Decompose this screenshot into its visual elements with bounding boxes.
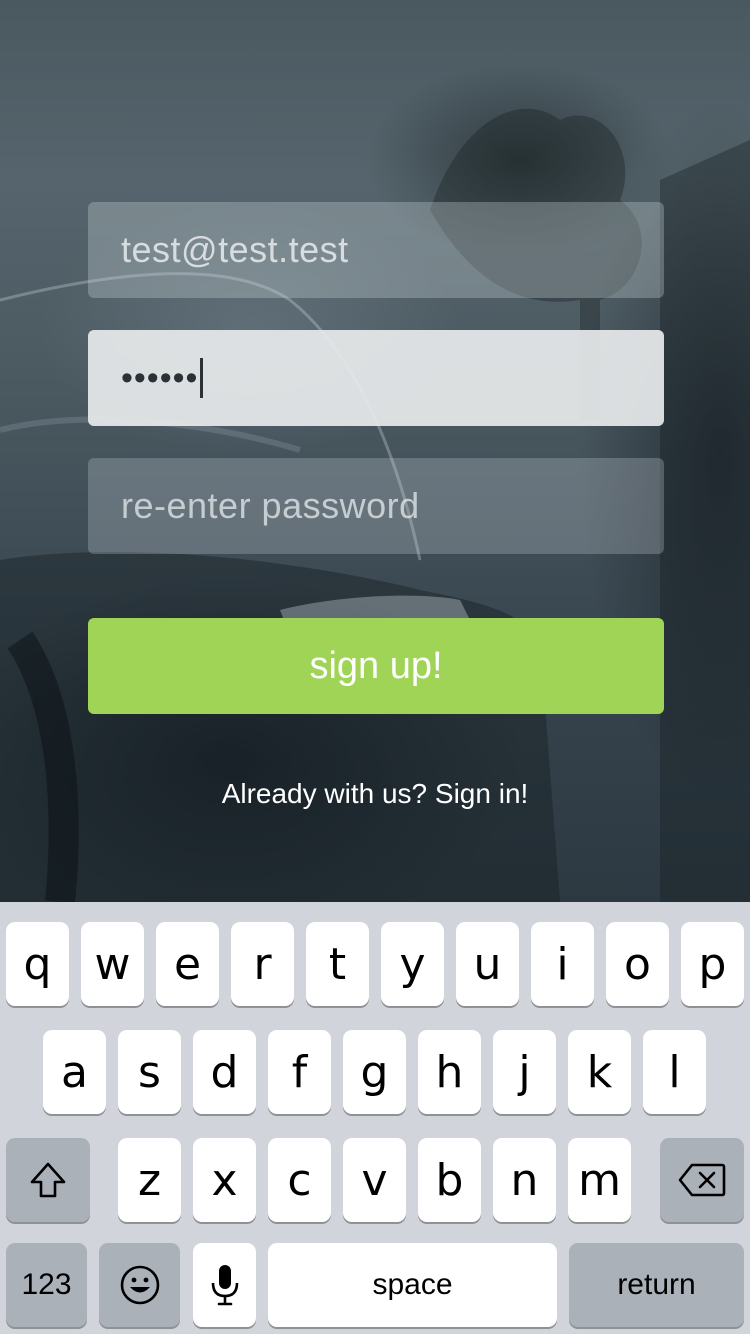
delete-key[interactable] — [660, 1138, 744, 1222]
text-caret — [200, 358, 204, 398]
key-label: e — [173, 938, 202, 990]
password-value: •••••• — [121, 359, 199, 397]
key-f[interactable]: f — [268, 1030, 331, 1114]
key-label: j — [518, 1046, 531, 1098]
key-label: d — [210, 1046, 239, 1098]
key-i[interactable]: i — [531, 922, 594, 1006]
key-y[interactable]: y — [381, 922, 444, 1006]
key-k[interactable]: k — [568, 1030, 631, 1114]
key-label: v — [361, 1154, 388, 1206]
reenter-password-field[interactable]: re-enter password — [88, 458, 664, 554]
return-key[interactable]: return — [569, 1243, 744, 1327]
key-e[interactable]: e — [156, 922, 219, 1006]
key-label: k — [586, 1046, 613, 1098]
key-label: o — [624, 938, 651, 990]
key-q[interactable]: q — [6, 922, 69, 1006]
return-key-label: return — [617, 1268, 696, 1301]
key-u[interactable]: u — [456, 922, 519, 1006]
microphone-icon — [210, 1263, 240, 1307]
key-a[interactable]: a — [43, 1030, 106, 1114]
key-t[interactable]: t — [306, 922, 369, 1006]
onscreen-keyboard: q w e r t y u i o p a s d f g h j k l z … — [0, 902, 750, 1334]
key-x[interactable]: x — [193, 1138, 256, 1222]
signup-screen: test@test.test •••••• re-enter password … — [0, 0, 750, 1334]
key-label: i — [556, 938, 569, 990]
key-s[interactable]: s — [118, 1030, 181, 1114]
sign-in-link-label: Already with us? Sign in! — [221, 778, 529, 809]
sign-in-link[interactable]: Already with us? Sign in! — [0, 778, 750, 810]
delete-icon — [678, 1162, 726, 1198]
key-z[interactable]: z — [118, 1138, 181, 1222]
key-label: m — [578, 1154, 621, 1206]
key-p[interactable]: p — [681, 922, 744, 1006]
key-h[interactable]: h — [418, 1030, 481, 1114]
numbers-key[interactable]: 123 — [6, 1243, 87, 1327]
key-v[interactable]: v — [343, 1138, 406, 1222]
key-c[interactable]: c — [268, 1138, 331, 1222]
key-label: w — [94, 938, 131, 990]
key-label: a — [61, 1046, 88, 1098]
key-label: c — [287, 1154, 312, 1206]
key-label: f — [291, 1046, 308, 1098]
email-field[interactable]: test@test.test — [88, 202, 664, 298]
reenter-password-placeholder: re-enter password — [121, 485, 420, 526]
dictation-key[interactable] — [193, 1243, 256, 1327]
key-b[interactable]: b — [418, 1138, 481, 1222]
key-label: s — [138, 1046, 161, 1098]
space-key-label: space — [372, 1268, 453, 1301]
key-label: t — [328, 938, 347, 990]
numbers-key-label: 123 — [21, 1268, 72, 1301]
key-o[interactable]: o — [606, 922, 669, 1006]
key-w[interactable]: w — [81, 922, 144, 1006]
key-l[interactable]: l — [643, 1030, 706, 1114]
key-label: g — [360, 1046, 389, 1098]
key-label: h — [435, 1046, 464, 1098]
key-label: l — [668, 1046, 681, 1098]
key-label: x — [211, 1154, 238, 1206]
emoji-icon — [119, 1264, 161, 1306]
email-value: test@test.test — [121, 229, 349, 270]
key-r[interactable]: r — [231, 922, 294, 1006]
key-label: u — [473, 938, 502, 990]
key-m[interactable]: m — [568, 1138, 631, 1222]
key-label: y — [399, 938, 426, 990]
sign-up-button[interactable]: sign up! — [88, 618, 664, 714]
key-g[interactable]: g — [343, 1030, 406, 1114]
space-key[interactable]: space — [268, 1243, 557, 1327]
key-label: n — [510, 1154, 539, 1206]
key-label: z — [137, 1154, 162, 1206]
key-label: p — [698, 938, 727, 990]
key-j[interactable]: j — [493, 1030, 556, 1114]
background-photo — [0, 0, 750, 902]
shift-key[interactable] — [6, 1138, 90, 1222]
sign-up-label: sign up! — [309, 644, 443, 687]
emoji-key[interactable] — [99, 1243, 180, 1327]
password-field[interactable]: •••••• — [88, 330, 664, 426]
key-d[interactable]: d — [193, 1030, 256, 1114]
key-label: r — [253, 938, 272, 990]
key-label: q — [23, 938, 52, 990]
key-label: b — [435, 1154, 464, 1206]
key-n[interactable]: n — [493, 1138, 556, 1222]
shift-icon — [28, 1160, 68, 1200]
